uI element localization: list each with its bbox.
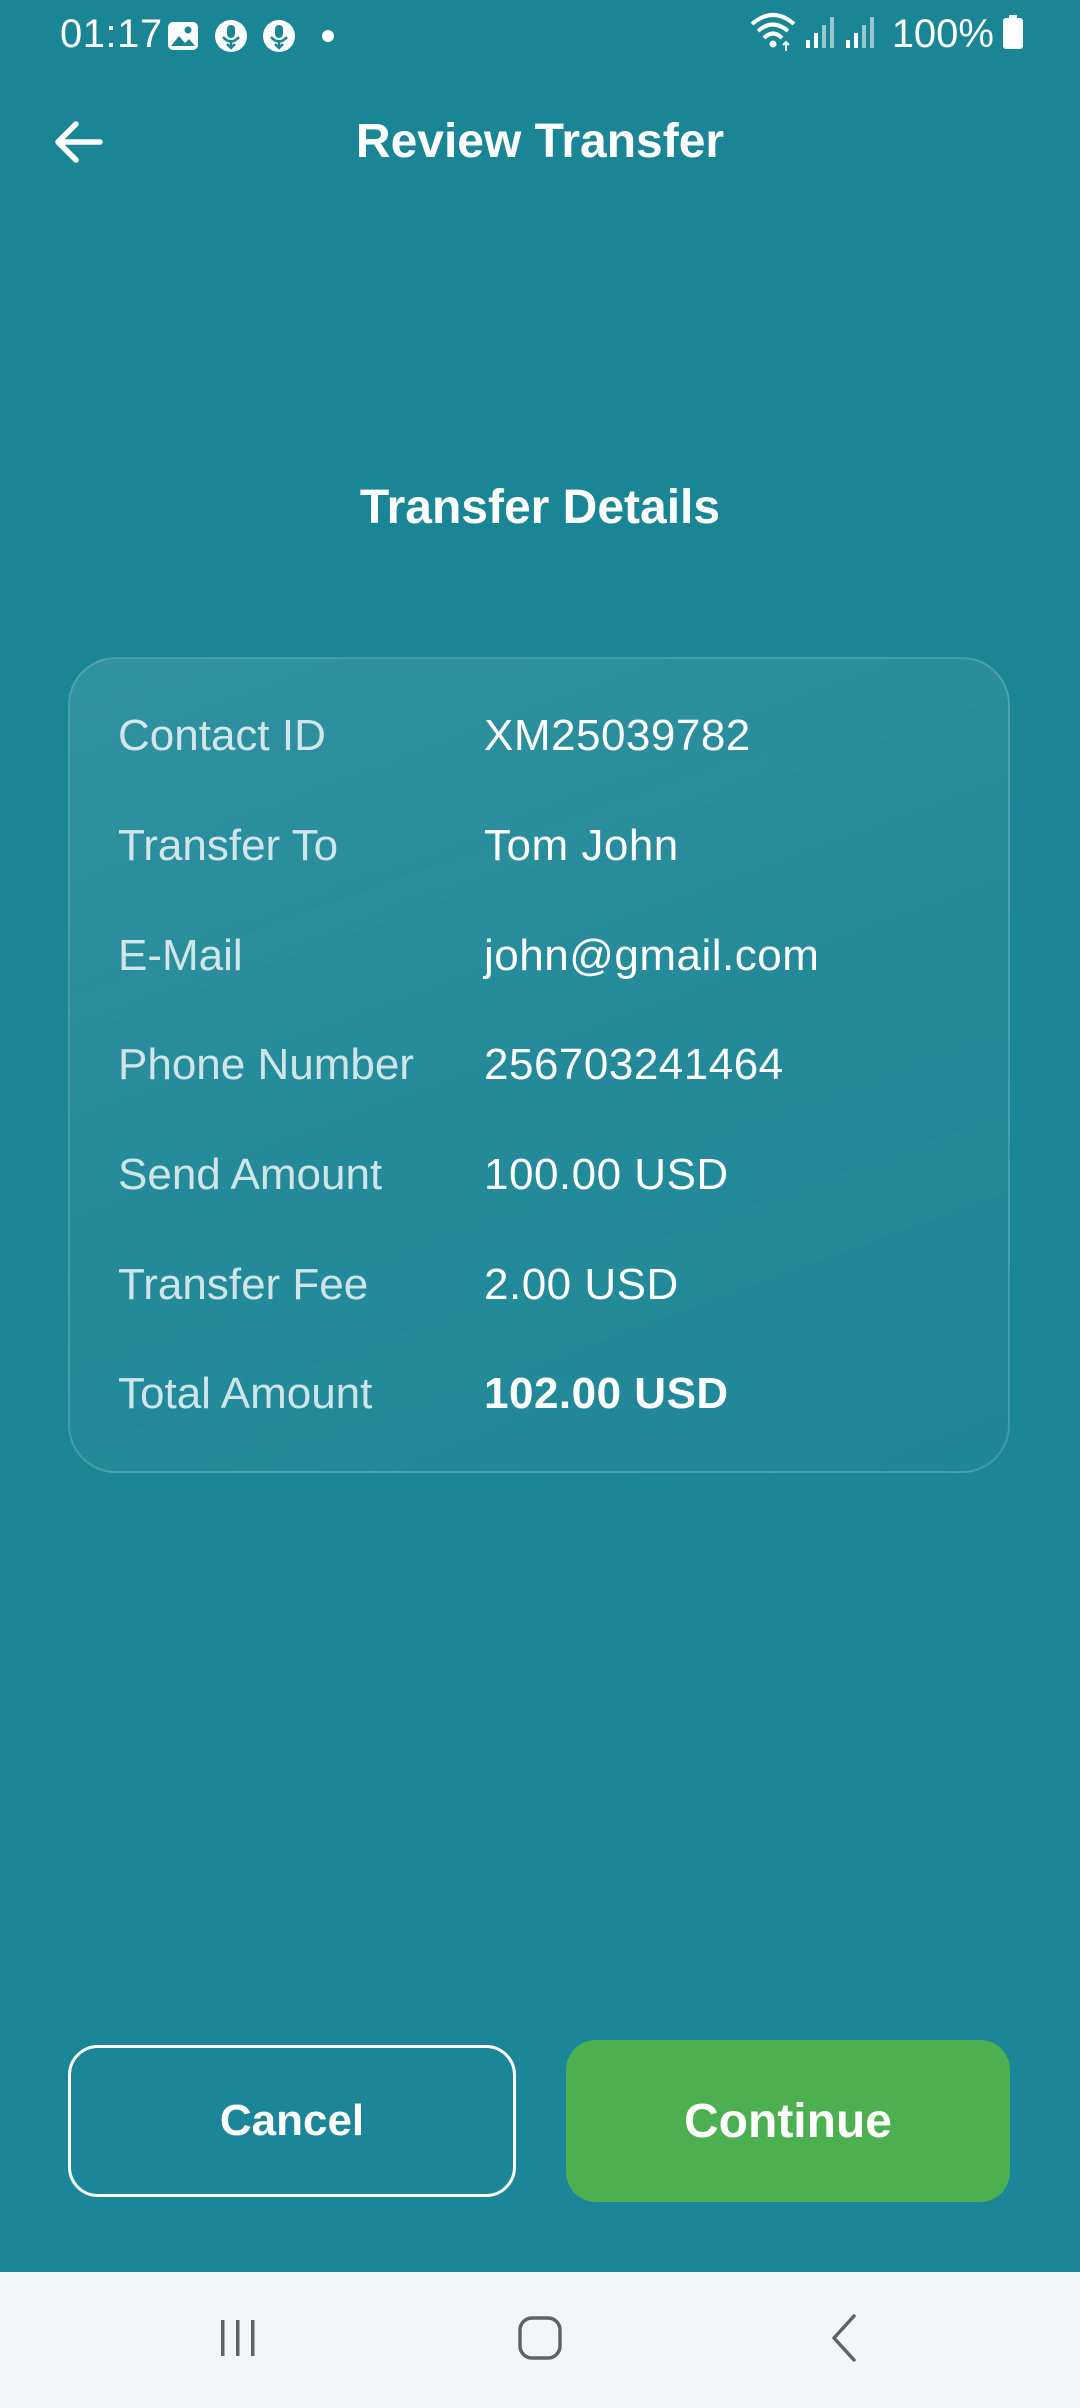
mic-download-icon: [212, 17, 250, 55]
detail-row-transfer-to: Transfer To Tom John: [118, 811, 978, 881]
detail-row-phone-number: Phone Number 256703241464: [118, 1030, 978, 1100]
notification-dot: [322, 30, 334, 42]
status-system-icons: 100%: [750, 12, 1024, 57]
app-header: Review Transfer: [0, 96, 1080, 192]
battery-icon: [1002, 14, 1024, 55]
detail-label: Phone Number: [118, 1040, 414, 1089]
detail-label: Total Amount: [118, 1369, 373, 1418]
home-icon: [516, 2314, 564, 2367]
status-time: 01:17: [60, 12, 163, 56]
status-notification-icons: [164, 17, 334, 55]
recent-apps-button[interactable]: [178, 2300, 298, 2380]
home-button[interactable]: [480, 2300, 600, 2380]
detail-label: Contact ID: [118, 711, 326, 760]
detail-label: Send Amount: [118, 1150, 383, 1199]
continue-button[interactable]: Continue: [566, 2040, 1010, 2202]
screen: 01:17 100% Review Transfer Transfer Deta…: [0, 0, 1080, 2272]
detail-row-total-amount: Total Amount 102.00 USD: [118, 1359, 978, 1429]
total-amount-value: 102.00 USD: [484, 1369, 729, 1418]
detail-value: 256703241464: [484, 1040, 784, 1089]
detail-row-email: E-Mail john@gmail.com: [118, 921, 978, 991]
detail-row-send-amount: Send Amount 100.00 USD: [118, 1140, 978, 1210]
recent-apps-icon: [216, 2316, 260, 2365]
detail-value: Tom John: [484, 821, 679, 870]
mic-download-icon: [260, 17, 298, 55]
section-title: Transfer Details: [359, 481, 721, 534]
detail-label: Transfer To: [118, 821, 339, 870]
transfer-details-card: Contact ID XM25039782 Transfer To Tom Jo…: [68, 657, 1010, 1473]
signal-icon: [804, 14, 836, 55]
detail-value: 100.00 USD: [484, 1150, 729, 1199]
status-bar: 01:17 100%: [0, 0, 1080, 72]
detail-row-contact-id: Contact ID XM25039782: [118, 701, 978, 771]
detail-row-transfer-fee: Transfer Fee 2.00 USD: [118, 1250, 978, 1320]
signal-icon: [844, 14, 876, 55]
gallery-icon: [164, 17, 202, 55]
cancel-button[interactable]: Cancel: [68, 2045, 516, 2197]
detail-value: XM25039782: [484, 711, 751, 760]
nav-back-button[interactable]: [784, 2300, 904, 2380]
page-title: Review Transfer: [355, 115, 725, 168]
battery-percent: 100%: [891, 12, 994, 56]
detail-value: 2.00 USD: [484, 1260, 679, 1309]
system-nav-bar: [0, 2272, 1080, 2408]
wifi-icon: [750, 12, 796, 57]
detail-label: E-Mail: [118, 931, 243, 980]
back-icon: [826, 2313, 862, 2368]
detail-label: Transfer Fee: [118, 1260, 369, 1309]
detail-value: john@gmail.com: [484, 931, 820, 980]
